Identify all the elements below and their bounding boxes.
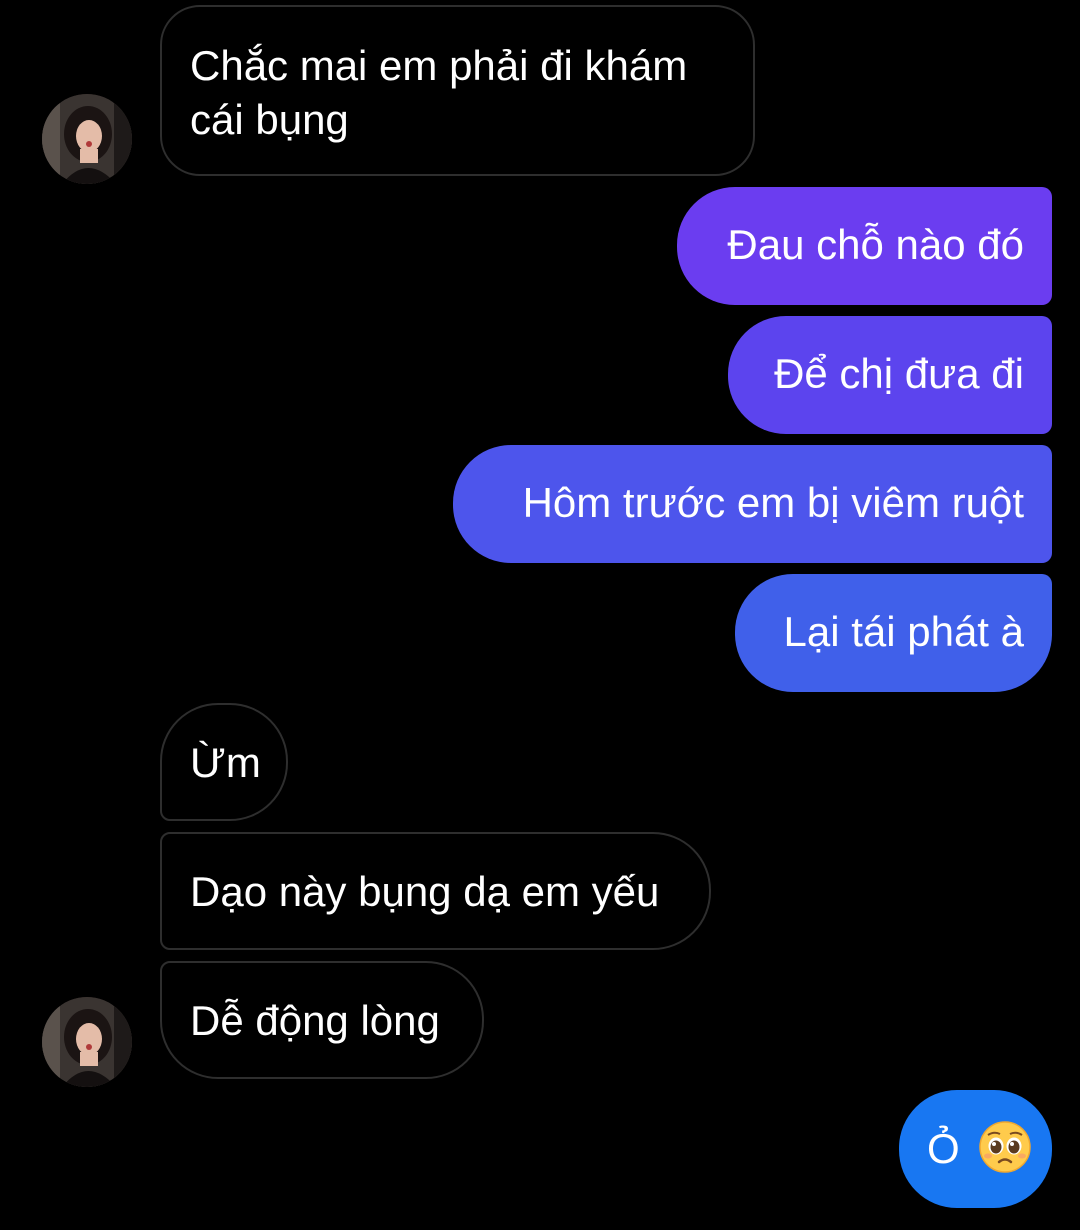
outgoing-message-bubble[interactable]: Đau chỗ nào đó	[677, 187, 1052, 305]
outgoing-message-bubble[interactable]: Ỏ	[899, 1090, 1052, 1208]
message-text: Ừm	[190, 739, 261, 786]
incoming-message-bubble[interactable]: Dạo này bụng dạ em yếu	[160, 832, 711, 950]
outgoing-message-bubble[interactable]: Để chị đưa đi	[728, 316, 1052, 434]
outgoing-message-bubble[interactable]: Lại tái phát à	[735, 574, 1052, 692]
avatar-photo-icon	[42, 997, 132, 1087]
pleading-face-icon	[979, 1121, 1032, 1186]
message-text: Ỏ	[927, 1125, 960, 1172]
outgoing-message-bubble[interactable]: Hôm trước em bị viêm ruột	[453, 445, 1052, 563]
contact-avatar[interactable]	[42, 997, 132, 1087]
message-text: Dễ động lòng	[190, 997, 440, 1044]
avatar-photo-icon	[42, 94, 132, 184]
message-text: Dạo này bụng dạ em yếu	[190, 868, 660, 915]
message-text: Lại tái phát à	[783, 608, 1024, 655]
message-text: Để chị đưa đi	[774, 350, 1024, 397]
message-text: Đau chỗ nào đó	[727, 221, 1024, 268]
message-text-line: Chắc mai em phải đi khám	[190, 42, 688, 89]
message-text: Hôm trước em bị viêm ruột	[522, 479, 1024, 526]
contact-avatar[interactable]	[42, 94, 132, 184]
incoming-message-bubble[interactable]: Chắc mai em phải đi khám cái bụng	[160, 5, 755, 176]
message-text-line: cái bụng	[190, 96, 349, 143]
incoming-message-bubble[interactable]: Dễ động lòng	[160, 961, 484, 1079]
incoming-message-bubble[interactable]: Ừm	[160, 703, 288, 821]
